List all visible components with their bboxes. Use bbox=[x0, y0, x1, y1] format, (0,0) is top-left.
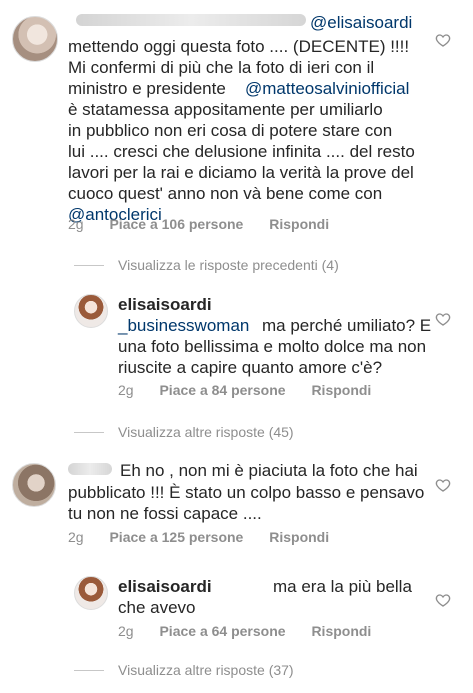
comment-text-line: mettendo oggi questa foto .... (DECENTE)… bbox=[68, 37, 410, 56]
view-more-replies-label: Visualizza altre risposte (45) bbox=[118, 424, 294, 440]
thread-line bbox=[74, 431, 104, 433]
comment-text-line: in pubblico non eri cosa di potere stare… bbox=[68, 121, 393, 140]
thread-line bbox=[74, 264, 104, 266]
reply-button[interactable]: Rispondi bbox=[311, 382, 371, 398]
comment-meta: 2g Piace a 106 persone Rispondi bbox=[68, 216, 351, 232]
comment-text-line: Mi confermi di più che la foto di ieri c… bbox=[68, 58, 375, 77]
view-previous-replies-link[interactable]: Visualizza le risposte precedenti (4) bbox=[74, 257, 339, 273]
mention-link[interactable]: _businesswoman bbox=[118, 315, 249, 336]
heart-outline-icon[interactable] bbox=[435, 477, 451, 493]
comment-time: 2g bbox=[118, 382, 134, 398]
reply-button[interactable]: Rispondi bbox=[311, 623, 371, 639]
comment-text-line: tu non ne fossi capace .... bbox=[68, 504, 262, 523]
heart-outline-icon[interactable] bbox=[435, 32, 451, 48]
avatar[interactable] bbox=[12, 16, 58, 62]
comment-text-line: lui .... cresci che delusione infinita .… bbox=[68, 142, 415, 161]
comment-time: 2g bbox=[68, 529, 84, 545]
view-more-replies-link[interactable]: Visualizza altre risposte (37) bbox=[74, 662, 294, 678]
avatar[interactable] bbox=[74, 294, 108, 328]
heart-outline-icon[interactable] bbox=[435, 592, 451, 608]
comment-text-line: pubblicato !!! È stato un colpo basso e … bbox=[68, 483, 425, 502]
comment-text-line: ministro e presidente bbox=[68, 79, 226, 98]
likes-count[interactable]: Piace a 64 persone bbox=[159, 623, 285, 639]
reply-button[interactable]: Rispondi bbox=[269, 529, 329, 545]
thread-line bbox=[74, 669, 104, 671]
blurred-username bbox=[76, 14, 306, 26]
blurred-username bbox=[68, 463, 112, 475]
likes-count[interactable]: Piace a 84 persone bbox=[159, 382, 285, 398]
view-more-replies-label: Visualizza altre risposte (37) bbox=[118, 662, 294, 678]
avatar[interactable] bbox=[74, 576, 108, 610]
comment-text-line: ma era la più bella bbox=[273, 577, 412, 596]
comment-text-line: che avevo bbox=[118, 598, 196, 617]
comment-time: 2g bbox=[68, 216, 84, 232]
comment-text-line: ma perché umiliato? E bbox=[262, 316, 432, 335]
mention-link[interactable]: @elisaisoardi bbox=[310, 12, 412, 33]
likes-count[interactable]: Piace a 125 persone bbox=[109, 529, 243, 545]
comment-meta: 2g Piace a 125 persone Rispondi bbox=[68, 529, 351, 545]
heart-outline-icon[interactable] bbox=[435, 311, 451, 327]
comment-text-line: cuoco quest' anno non và bene come con bbox=[68, 184, 383, 203]
comment-text-line: lavori per la rai e diciamo la verità la… bbox=[68, 163, 414, 182]
comment-text-line: è statamessa appositamente per umiliarlo bbox=[68, 100, 383, 119]
comment-text-line: riuscite a capire quanto amore c'è? bbox=[118, 358, 383, 377]
comment-username[interactable]: elisaisoardi bbox=[118, 576, 212, 597]
reply-button[interactable]: Rispondi bbox=[269, 216, 329, 232]
comment-text-line: una foto bellissima e molto dolce ma non bbox=[118, 337, 427, 356]
comment-username[interactable]: elisaisoardi bbox=[118, 294, 212, 315]
avatar[interactable] bbox=[12, 463, 56, 507]
mention-link[interactable]: @matteosalviniofficial bbox=[245, 78, 409, 99]
comment-meta: 2g Piace a 84 persone Rispondi bbox=[118, 382, 393, 398]
comment-time: 2g bbox=[118, 623, 134, 639]
view-more-replies-link[interactable]: Visualizza altre risposte (45) bbox=[74, 424, 294, 440]
view-previous-replies-label: Visualizza le risposte precedenti (4) bbox=[118, 257, 339, 273]
comment-text-line: Eh no , non mi è piaciuta la foto che ha… bbox=[120, 461, 418, 480]
likes-count[interactable]: Piace a 106 persone bbox=[109, 216, 243, 232]
comment-meta: 2g Piace a 64 persone Rispondi bbox=[118, 623, 393, 639]
